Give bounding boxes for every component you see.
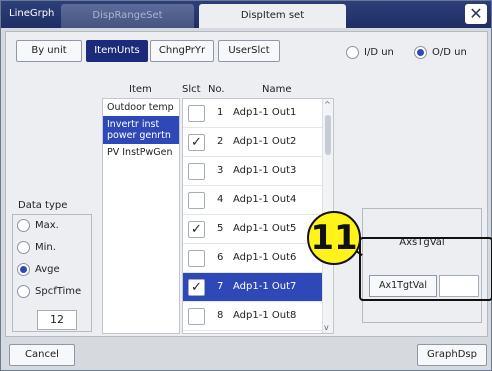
output-row-selected[interactable]: ✓ 7 Adp1-1 Out7 [183, 273, 323, 302]
output-row[interactable]: 4 Adp1-1 Out4 [183, 186, 323, 215]
item-units-button[interactable]: ItemUnts [86, 40, 148, 62]
radio-max[interactable] [17, 218, 30, 232]
close-icon[interactable]: ✕ [465, 4, 487, 24]
output-row[interactable]: ✓ 2 Adp1-1 Out2 [183, 128, 323, 157]
number-column-header: No. [208, 84, 225, 95]
max-label: Max. [35, 219, 59, 231]
specific-time-label: SpcfTime [35, 285, 82, 297]
row-number: 4 [217, 194, 224, 205]
tab-disp-range-set[interactable]: DispRangeSet [61, 4, 194, 28]
row-checkbox[interactable]: ✓ [188, 134, 205, 151]
name-column-header: Name [262, 84, 292, 95]
title-bar: LineGrph DispRangeSet DispItem set ✕ [1, 1, 491, 28]
indoor-unit-label: I/D un [364, 46, 394, 58]
row-checkbox[interactable] [188, 105, 205, 122]
radio-min[interactable] [17, 240, 30, 254]
item-list: Outdoor temp Invertr inst power genrtn P… [102, 98, 180, 334]
output-row[interactable]: 3 Adp1-1 Out3 [183, 157, 323, 186]
row-number: 3 [217, 165, 224, 176]
item-inverter-power[interactable]: Invertr inst power genrtn [103, 116, 179, 144]
radio-indoor[interactable] [346, 45, 359, 59]
row-name: Adp1-1 Out1 [233, 107, 297, 118]
row-checkbox[interactable] [188, 250, 205, 267]
tab-disp-item-set[interactable]: DispItem set [199, 4, 346, 28]
data-type-group: Max. Min. Avge SpcfTime 12 [12, 214, 92, 332]
scroll-up-icon[interactable]: ^ [324, 100, 331, 109]
data-type-specific-time[interactable]: SpcfTime [17, 283, 81, 299]
row-number: 1 [217, 107, 224, 118]
radio-outdoor[interactable] [414, 45, 427, 59]
row-checkbox[interactable]: ✓ [188, 279, 205, 296]
row-name: Adp1-1 Out8 [233, 310, 297, 321]
item-pv-inst-power[interactable]: PV InstPwGen [103, 144, 179, 161]
callout-highlight-frame [359, 237, 492, 301]
data-type-min[interactable]: Min. [17, 239, 56, 255]
data-type-label: Data type [18, 200, 68, 211]
row-number: 5 [217, 223, 224, 234]
row-checkbox[interactable] [188, 308, 205, 325]
row-number: 2 [217, 136, 224, 147]
callout-number-badge: 11 [307, 211, 361, 265]
outdoor-unit-label: O/D un [432, 46, 467, 58]
row-checkbox[interactable] [188, 163, 205, 180]
item-column-header: Item [129, 84, 152, 95]
row-number: 8 [217, 310, 224, 321]
row-name: Adp1-1 Out6 [233, 252, 297, 263]
avg-label: Avge [35, 263, 60, 275]
scroll-down-icon[interactable]: v [324, 323, 329, 332]
cancel-button[interactable]: Cancel [9, 344, 75, 366]
radio-specific-time[interactable] [17, 284, 30, 298]
outdoor-unit-radio[interactable]: O/D un [414, 44, 467, 60]
data-type-max[interactable]: Max. [17, 217, 59, 233]
row-name: Adp1-1 Out2 [233, 136, 297, 147]
row-name: Adp1-1 Out4 [233, 194, 297, 205]
output-row[interactable]: 8 Adp1-1 Out8 [183, 302, 323, 331]
line-graph-window: LineGrph DispRangeSet DispItem set ✕ By … [0, 0, 492, 371]
output-row[interactable]: ✓ 5 Adp1-1 Out5 [183, 215, 323, 244]
item-outdoor-temp[interactable]: Outdoor temp [103, 99, 179, 116]
select-column-header: Slct [182, 84, 201, 95]
output-row[interactable]: 1 Adp1-1 Out1 [183, 99, 323, 128]
indoor-unit-radio[interactable]: I/D un [346, 44, 394, 60]
graph-display-button[interactable]: GraphDsp [417, 344, 487, 366]
min-label: Min. [35, 241, 56, 253]
row-number: 6 [217, 252, 224, 263]
app-title: LineGrph [9, 8, 55, 19]
user-select-button[interactable]: UserSlct [218, 40, 280, 62]
data-type-avg[interactable]: Avge [17, 261, 60, 277]
specific-time-input[interactable]: 12 [37, 310, 77, 330]
row-name: Adp1-1 Out7 [233, 281, 297, 292]
output-select-grid: 1 Adp1-1 Out1 ✓ 2 Adp1-1 Out2 3 Adp1-1 O… [182, 98, 334, 334]
row-number: 7 [217, 281, 224, 292]
output-row[interactable]: 6 Adp1-1 Out6 [183, 244, 323, 273]
row-name: Adp1-1 Out5 [233, 223, 297, 234]
radio-avg[interactable] [17, 262, 30, 276]
by-unit-button[interactable]: By unit [16, 40, 82, 62]
scroll-thumb[interactable] [325, 115, 331, 155]
change-per-year-button[interactable]: ChngPrYr [150, 40, 214, 62]
row-checkbox[interactable]: ✓ [188, 221, 205, 238]
row-checkbox[interactable] [188, 192, 205, 209]
row-name: Adp1-1 Out3 [233, 165, 297, 176]
